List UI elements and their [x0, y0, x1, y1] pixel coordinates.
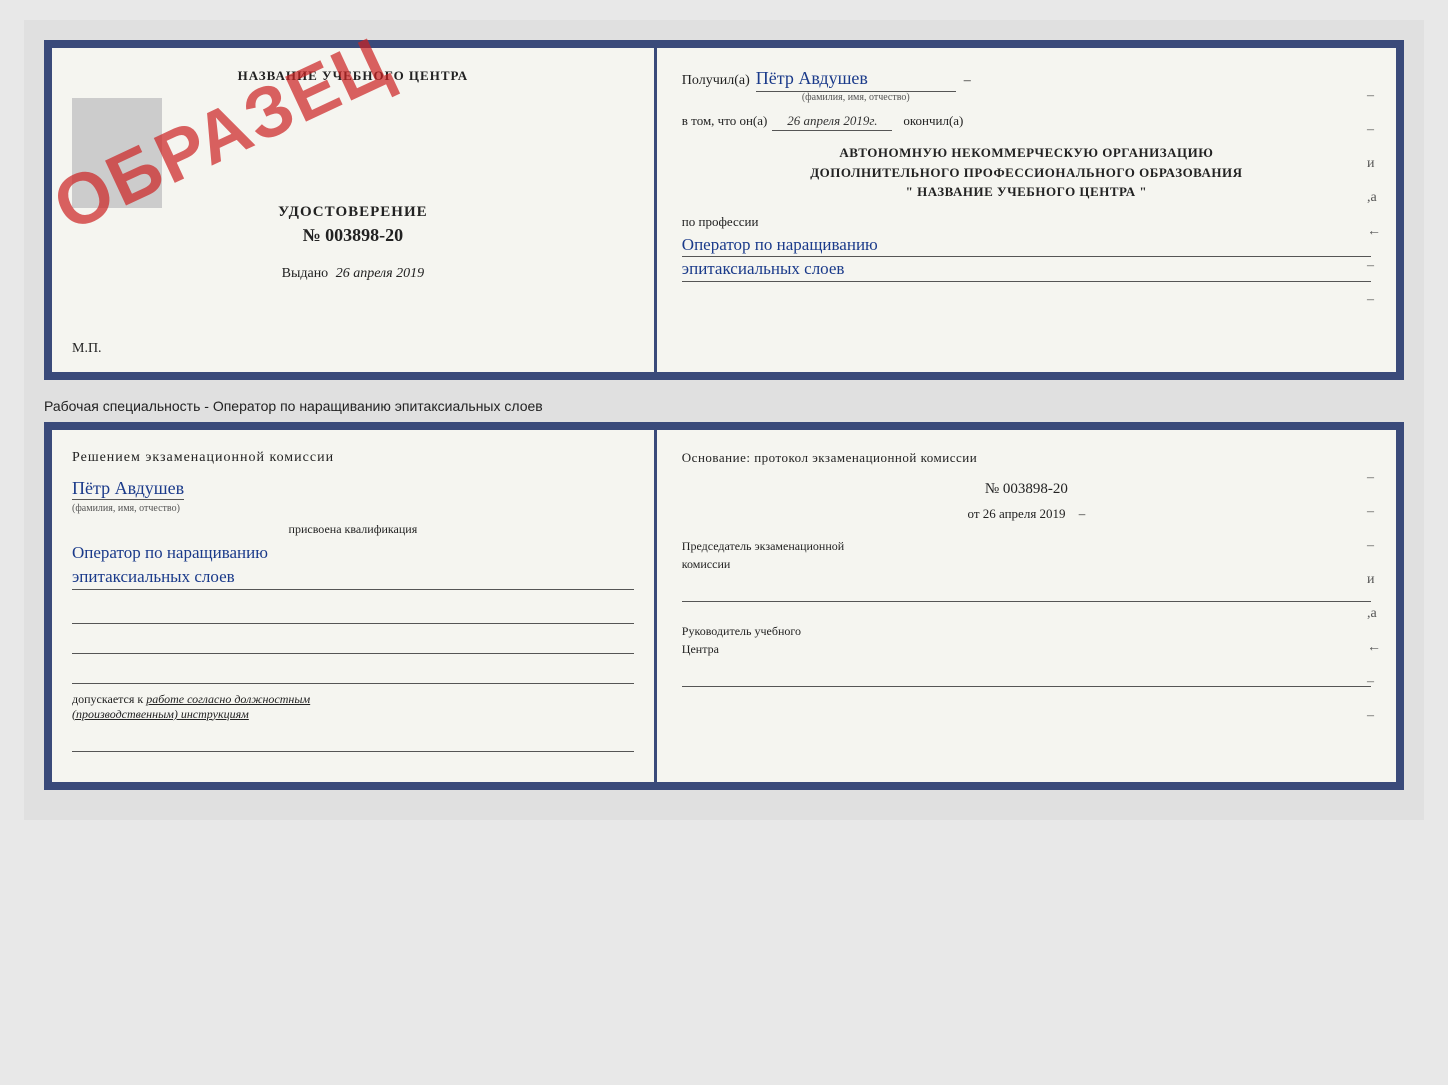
poluchil-hint: (фамилия, имя, отчество): [756, 92, 956, 103]
profession-value2: эпитаксиальных слоев: [682, 257, 1371, 282]
org-line3: " НАЗВАНИЕ УЧЕБНОГО ЦЕНТРА ": [682, 182, 1371, 202]
doc1-left: НАЗВАНИЕ УЧЕБНОГО ЦЕНТРА ОБРАЗЕЦ УДОСТОВ…: [52, 48, 657, 372]
prisvoena-label: присвоена квалификация: [72, 522, 634, 537]
dopuskaetsya-italic2: (производственным) инструкциям: [72, 707, 249, 721]
ot-date: от 26 апреля 2019 –: [682, 506, 1371, 522]
doc2-underlines: [72, 600, 634, 684]
underline-3: [72, 660, 634, 684]
document-card-2: Решением экзаменационной комиссии Пётр А…: [44, 422, 1404, 790]
poluchil-line: Получил(а) Пётр Авдушев (фамилия, имя, о…: [682, 68, 1371, 103]
dash-ot: –: [1079, 506, 1086, 521]
doc2-left: Решением экзаменационной комиссии Пётр А…: [52, 430, 657, 782]
predsedatel-sign-line: [682, 578, 1371, 602]
udostoverenie-block: УДОСТОВЕРЕНИЕ № 003898-20: [72, 204, 634, 246]
protocol-number: № 003898-20: [682, 481, 1371, 498]
page-wrapper: НАЗВАНИЕ УЧЕБНОГО ЦЕНТРА ОБРАЗЕЦ УДОСТОВ…: [24, 20, 1424, 820]
vtom-label: в том, что он(а): [682, 113, 768, 129]
separator-text: Рабочая специальность - Оператор по нара…: [44, 390, 1404, 422]
rukovoditel-line2: Центра: [682, 640, 1371, 658]
udostoverenie-number: № 003898-20: [72, 225, 634, 246]
poluchil-name: Пётр Авдушев: [756, 68, 956, 92]
doc2-right-margin-lines: – – – и ,а ← – –: [1367, 470, 1381, 724]
vydano-date: 26 апреля 2019: [336, 266, 424, 281]
profession-label: по профессии: [682, 214, 1371, 230]
document-card-1: НАЗВАНИЕ УЧЕБНОГО ЦЕНТРА ОБРАЗЕЦ УДОСТОВ…: [44, 40, 1404, 380]
underline-1: [72, 600, 634, 624]
underline-2: [72, 630, 634, 654]
osnovanie-block: Основание: протокол экзаменационной коми…: [682, 450, 1371, 466]
predsedatel-block: Председатель экзаменационной комиссии: [682, 537, 1371, 602]
doc2-name-hint: (фамилия, имя, отчество): [72, 503, 634, 514]
udostoverenie-label: УДОСТОВЕРЕНИЕ: [72, 204, 634, 221]
underline-4: [72, 728, 634, 752]
org-block: АВТОНОМНУЮ НЕКОММЕРЧЕСКУЮ ОРГАНИЗАЦИЮ ДО…: [682, 143, 1371, 202]
rukovoditel-line1: Руководитель учебного: [682, 622, 1371, 640]
ot-label: от: [967, 506, 979, 521]
org-line2: ДОПОЛНИТЕЛЬНОГО ПРОФЕССИОНАЛЬНОГО ОБРАЗО…: [682, 163, 1371, 183]
resheniem-label: Решением экзаменационной комиссии: [72, 450, 634, 466]
dash1: –: [964, 73, 971, 89]
doc1-right: – – и ,а ← – – Получил(а) Пётр Авдушев (…: [657, 48, 1396, 372]
doc2-right: – – – и ,а ← – – Основание: протокол экз…: [657, 430, 1396, 782]
ot-date-value: 26 апреля 2019: [983, 506, 1066, 521]
predsedatel-line1: Председатель экзаменационной: [682, 537, 1371, 555]
dopuskaetsya-line: допускается к работе согласно должностны…: [72, 692, 634, 722]
vydano-label: Выдано: [282, 266, 329, 281]
rukovoditel-sign-line: [682, 663, 1371, 687]
doc2-name: Пётр Авдушев: [72, 478, 184, 500]
kvalifikacia-line1: Оператор по наращиванию: [72, 541, 634, 565]
poluchil-name-wrapper: Пётр Авдушев (фамилия, имя, отчество): [756, 68, 956, 103]
rukovoditel-block: Руководитель учебного Центра: [682, 622, 1371, 687]
profession-block: по профессии Оператор по наращиванию эпи…: [682, 214, 1371, 283]
org-line1: АВТОНОМНУЮ НЕКОММЕРЧЕСКУЮ ОРГАНИЗАЦИЮ: [682, 143, 1371, 163]
vydano-line: Выдано 26 апреля 2019: [72, 266, 634, 282]
mp-line: М.П.: [72, 341, 102, 357]
okonchil-label: окончил(а): [903, 113, 963, 129]
vtom-line: в том, что он(а) 26 апреля 2019г. окончи…: [682, 113, 1371, 131]
predsedatel-line2: комиссии: [682, 555, 1371, 573]
poluchil-label: Получил(а): [682, 73, 750, 89]
vtom-date: 26 апреля 2019г.: [772, 113, 892, 131]
right-margin-lines: – – и ,а ← – –: [1367, 88, 1381, 308]
doc2-name-wrapper: Пётр Авдушев (фамилия, имя, отчество): [72, 478, 634, 514]
kvalifikacia-line2: эпитаксиальных слоев: [72, 565, 634, 590]
profession-value1: Оператор по наращиванию: [682, 233, 1371, 258]
dopuskaetsya-italic1: работе согласно должностным: [146, 692, 310, 706]
dopuskaetsya-prefix: допускается к: [72, 692, 143, 706]
